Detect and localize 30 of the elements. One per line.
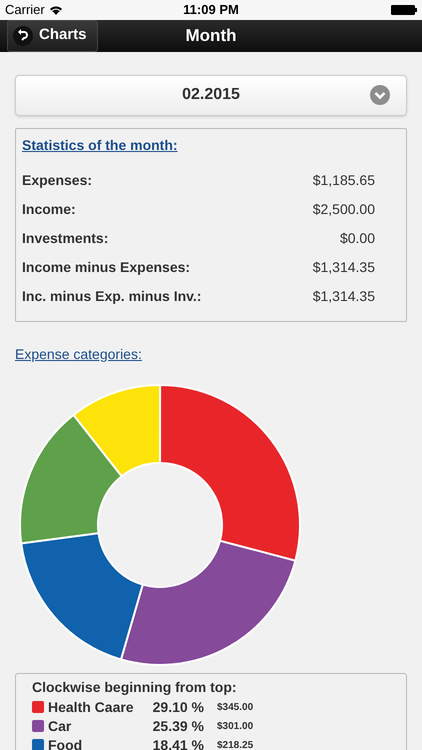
category-name: Food (48, 736, 84, 750)
statistic-label: Investments: (22, 228, 108, 248)
statistic-label: Income: (22, 200, 76, 218)
month-select[interactable]: 02.2015 (15, 74, 407, 116)
statistic-value: $2,500.00 (312, 200, 375, 218)
carrier-label: Carrier (5, 1, 45, 19)
category-amount: $218.25 (217, 738, 254, 750)
clock-time: 11:09 PM (183, 1, 239, 19)
statistic-value: $1,314.35 (312, 258, 375, 276)
category-amount: $345.00 (217, 700, 254, 714)
category-percent: 18.41 % (152, 736, 204, 750)
category-percent: 25.39 % (152, 716, 204, 736)
statistic-label: Expenses: (22, 170, 92, 190)
wifi-icon (48, 4, 63, 15)
category-amount: $301.00 (217, 720, 254, 734)
statistic-value: $1,314.35 (312, 286, 375, 306)
category-name: Car (48, 716, 72, 736)
chevron-down-icon (370, 85, 390, 105)
statistic-label: Income minus Expenses: (22, 258, 190, 277)
legend-title: Clockwise beginning from top: (32, 678, 238, 697)
page-title: Month (186, 24, 236, 47)
statistics-title-link[interactable]: Statistics of the month: (22, 134, 178, 156)
statistic-label: Inc. minus Exp. minus Inv.: (22, 286, 202, 306)
expense-categories-link[interactable]: Expense categories: (15, 344, 142, 364)
battery-icon (391, 4, 417, 15)
back-button[interactable]: Charts (7, 20, 98, 52)
category-percent: 29.10 % (152, 698, 204, 716)
category-name: Health Caare (48, 698, 135, 716)
statistic-value: $1,185.65 (312, 170, 375, 190)
statistic-value: $0.00 (340, 228, 375, 248)
